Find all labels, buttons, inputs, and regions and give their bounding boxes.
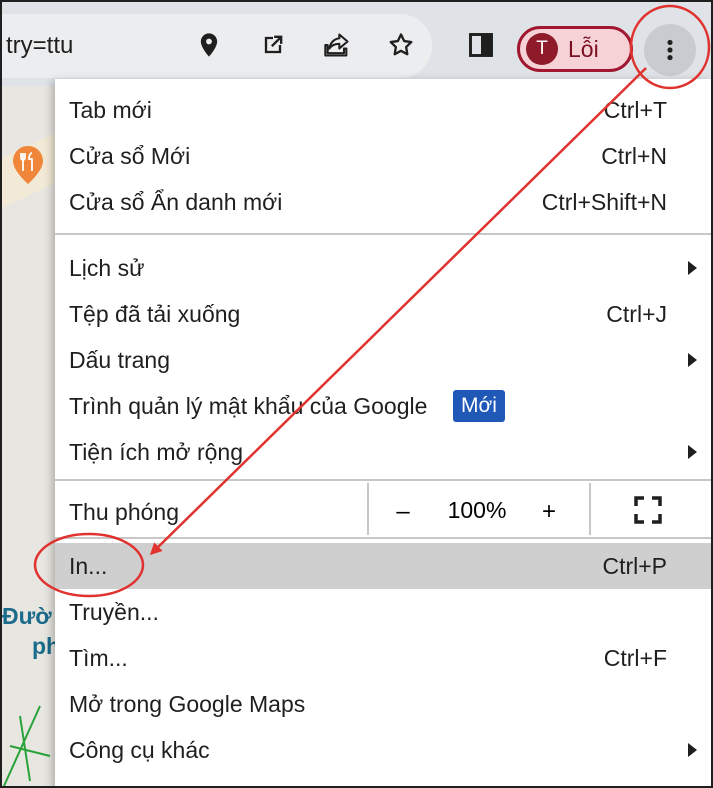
share-icon[interactable] (322, 30, 352, 60)
menu-item-print[interactable]: In... Ctrl+P (55, 543, 713, 589)
profile-status-label: Lỗi (568, 36, 599, 62)
menu-item-new-incognito-window[interactable]: Cửa sổ Ẩn danh mới Ctrl+Shift+N (55, 179, 713, 225)
star-icon[interactable] (386, 30, 416, 60)
zoom-separator (367, 483, 369, 535)
menu-item-password-manager[interactable]: Trình quản lý mật khẩu của Google Mới (55, 383, 713, 429)
menu-item-downloads[interactable]: Tệp đã tải xuống Ctrl+J (55, 291, 713, 337)
submenu-arrow-icon (688, 445, 697, 459)
zoom-in-button[interactable]: + (535, 489, 563, 535)
open-external-icon[interactable] (258, 30, 288, 60)
menu-item-history[interactable]: Lịch sử (55, 245, 713, 291)
zoom-label: Thu phóng (69, 499, 179, 525)
submenu-arrow-icon (688, 261, 697, 275)
map-route-lines (3, 705, 51, 786)
profile-button[interactable]: T Lỗi (517, 26, 633, 72)
map-street-label: Đườ ph (2, 603, 55, 659)
menu-item-new-window[interactable]: Cửa sổ Mới Ctrl+N (55, 133, 713, 179)
map-background: Đườ ph (0, 86, 55, 788)
menu-item-new-tab[interactable]: Tab mới Ctrl+T (55, 87, 713, 133)
fullscreen-icon[interactable] (633, 495, 663, 525)
menu-item-bookmarks[interactable]: Dấu trang (55, 337, 713, 383)
new-badge: Mới (453, 390, 505, 422)
zoom-out-button[interactable]: – (389, 489, 417, 535)
restaurant-pin-icon (13, 146, 43, 184)
menu-item-open-in-google-maps[interactable]: Mở trong Google Maps (55, 681, 713, 727)
menu-item-extensions[interactable]: Tiện ích mở rộng (55, 429, 713, 475)
more-menu-button[interactable] (644, 24, 696, 76)
side-panel-icon[interactable] (466, 30, 496, 60)
address-text[interactable]: try=ttu (6, 14, 73, 78)
zoom-separator (589, 483, 591, 535)
browser-toolbar: try=ttu T Lỗi (0, 0, 713, 86)
menu-item-find[interactable]: Tìm... Ctrl+F (55, 635, 713, 681)
avatar: T (526, 33, 558, 65)
browser-main-menu: Tab mới Ctrl+T Cửa sổ Mới Ctrl+N Cửa sổ … (55, 79, 713, 788)
zoom-level: 100% (447, 497, 507, 523)
submenu-arrow-icon (688, 353, 697, 367)
zoom-controls: Thu phóng – 100% + (55, 481, 713, 537)
location-pin-icon[interactable] (194, 30, 224, 60)
menu-divider (55, 233, 713, 235)
more-menu-icon (667, 39, 673, 61)
menu-item-cast[interactable]: Truyền... (55, 589, 713, 635)
menu-item-more-tools[interactable]: Công cụ khác (55, 727, 713, 773)
submenu-arrow-icon (688, 743, 697, 757)
menu-divider (55, 537, 713, 539)
